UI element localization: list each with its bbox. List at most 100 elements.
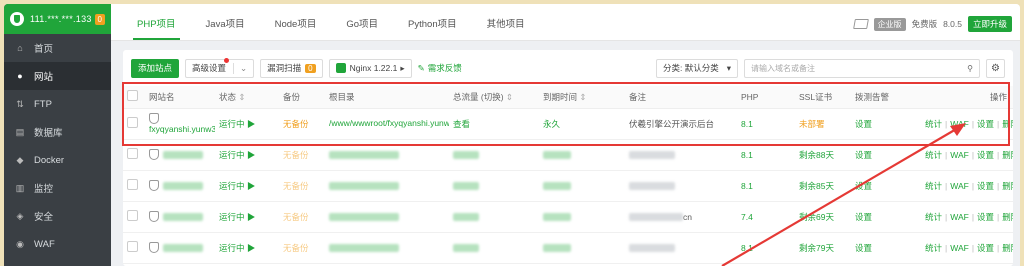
tab[interactable]: Go项目 <box>334 16 390 40</box>
status-running[interactable]: 运行中 ▶ <box>215 139 279 171</box>
site-name-link[interactable]: fxyqyanshi.yunw3.cn <box>149 124 215 135</box>
ssl-status[interactable]: 剩余69天 <box>795 201 851 233</box>
stats-link[interactable]: 统计 <box>925 212 942 222</box>
category-select[interactable]: 分类: 默认分类 ▾ <box>656 58 738 78</box>
col-site[interactable]: 网站名 <box>145 86 215 109</box>
ssl-status[interactable]: 剩余85天 <box>795 170 851 202</box>
note-text[interactable]: cn <box>683 212 692 222</box>
tab[interactable]: 其他项目 <box>475 16 537 40</box>
settings-link[interactable]: 设置 <box>977 212 994 222</box>
sidebar-item[interactable]: ⌂ 首页 <box>4 34 111 62</box>
status-label: 运行中 <box>219 211 245 222</box>
waf-link[interactable]: WAF <box>950 181 969 191</box>
sidebar-item[interactable]: ● 网站 <box>4 62 111 90</box>
php-version[interactable]: 8.1 <box>737 170 795 202</box>
status-label: 运行中 <box>219 149 245 160</box>
add-site-button[interactable]: 添加站点 <box>131 58 180 78</box>
status-label: 运行中 <box>219 180 245 191</box>
sidebar-item[interactable]: ◆ Docker <box>4 146 111 174</box>
status-running[interactable]: 运行中 ▶ <box>215 201 279 233</box>
waf-link[interactable]: WAF <box>950 119 969 129</box>
upgrade-button[interactable]: 立即升级 <box>967 16 1012 32</box>
ssl-status[interactable]: 剩余79天 <box>795 232 851 264</box>
backup-link[interactable]: 无备份 <box>279 108 325 140</box>
col-php: PHP <box>737 86 795 109</box>
stats-link[interactable]: 统计 <box>925 243 942 253</box>
status-running[interactable]: 运行中 ▶ <box>215 170 279 202</box>
table-row: 运行中 ▶无备份8.1剩余79天设置统计|WAF|设置|删除 <box>123 232 1013 264</box>
shield-icon <box>149 211 159 223</box>
delete-link[interactable]: 删除 <box>1002 119 1013 129</box>
settings-link[interactable]: 设置 <box>977 150 994 160</box>
delete-link[interactable]: 删除 <box>1002 212 1013 222</box>
waf-link[interactable]: WAF <box>950 212 969 222</box>
gear-icon[interactable]: ⚙ <box>986 58 1005 78</box>
row-checkbox[interactable] <box>127 117 138 128</box>
tab[interactable]: Python项目 <box>396 16 469 40</box>
tab[interactable]: Node项目 <box>263 16 329 40</box>
row-checkbox[interactable] <box>127 241 138 252</box>
status-running[interactable]: 运行中 ▶ <box>215 232 279 264</box>
settings-link[interactable]: 设置 <box>977 181 994 191</box>
notification-badge[interactable]: 0 <box>94 13 105 25</box>
php-version[interactable]: 8.1 <box>737 139 795 171</box>
backup-link[interactable]: 无备份 <box>279 201 325 233</box>
select-all-cell[interactable] <box>123 86 145 109</box>
php-version[interactable]: 7.4 <box>737 201 795 233</box>
backup-link[interactable]: 无备份 <box>279 170 325 202</box>
traffic-view-link[interactable]: 查看 <box>449 108 539 140</box>
php-version[interactable]: 8.1 <box>737 232 795 264</box>
backup-link[interactable]: 无备份 <box>279 232 325 264</box>
enterprise-label[interactable]: 企业版 <box>873 17 906 31</box>
sidebar-item-label: 安全 <box>34 212 54 223</box>
row-checkbox[interactable] <box>127 210 138 221</box>
ssl-status[interactable]: 未部署 <box>795 108 851 140</box>
play-icon: ▶ <box>246 149 256 160</box>
sidebar-item[interactable]: ▥ 监控 <box>4 174 111 202</box>
sort-icon: ⇕ <box>238 91 246 102</box>
delete-link[interactable]: 删除 <box>1002 150 1013 160</box>
nginx-button[interactable]: Nginx 1.22.1 ▸ <box>328 58 412 78</box>
redacted-text <box>453 213 479 222</box>
alert-settings-link[interactable]: 设置 <box>851 201 921 233</box>
alert-settings-link[interactable]: 设置 <box>851 170 921 202</box>
sidebar-item[interactable]: ▤ 数据库 <box>4 118 111 146</box>
row-checkbox[interactable] <box>127 179 138 190</box>
ssl-status[interactable]: 剩余88天 <box>795 139 851 171</box>
select-all-checkbox[interactable] <box>127 90 138 102</box>
row-checkbox[interactable] <box>127 148 138 159</box>
expire-date[interactable]: 永久 <box>539 108 625 140</box>
settings-link[interactable]: 设置 <box>977 119 994 129</box>
delete-link[interactable]: 删除 <box>1002 243 1013 253</box>
search-input[interactable]: 请输入域名或备注 ⚲ <box>744 58 980 78</box>
backup-link[interactable]: 无备份 <box>279 139 325 171</box>
tab[interactable]: Java项目 <box>194 16 257 40</box>
delete-link[interactable]: 删除 <box>1002 181 1013 191</box>
col-expire[interactable]: 到期时间 ⇕ <box>539 86 625 109</box>
stats-link[interactable]: 统计 <box>925 119 942 129</box>
col-traffic[interactable]: 总流量 (切换) ⇕ <box>449 86 539 109</box>
alert-settings-link[interactable]: 设置 <box>851 139 921 171</box>
root-dir-link[interactable]: /www/wwwroot/fxyqyanshi.yunw3.cn <box>325 108 449 140</box>
status-running[interactable]: 运行中 ▶ <box>215 108 279 140</box>
tab[interactable]: PHP项目 <box>125 16 188 40</box>
stats-link[interactable]: 统计 <box>925 150 942 160</box>
advanced-settings-button[interactable]: 高级设置 ⌄ <box>185 57 255 78</box>
php-version[interactable]: 8.1 <box>737 108 795 140</box>
alert-settings-link[interactable]: 设置 <box>851 108 921 140</box>
waf-link[interactable]: WAF <box>950 243 969 253</box>
sidebar-item[interactable]: ◉ WAF <box>4 230 111 258</box>
waf-link[interactable]: WAF <box>950 150 969 160</box>
settings-link[interactable]: 设置 <box>977 243 994 253</box>
note-text[interactable]: 伏羲引擎公开演示后台 <box>625 108 737 140</box>
alert-settings-link[interactable]: 设置 <box>851 232 921 264</box>
redacted-text <box>329 213 399 222</box>
stats-link[interactable]: 统计 <box>925 181 942 191</box>
vuln-scan-button[interactable]: 漏洞扫描 0 <box>260 58 323 78</box>
sidebar-item[interactable]: ⇅ FTP <box>4 90 111 118</box>
search-icon[interactable]: ⚲ <box>967 64 973 73</box>
chevron-down-icon[interactable]: ⌄ <box>233 62 247 74</box>
feedback-link[interactable]: ✎ 需求反馈 <box>418 62 462 74</box>
col-status[interactable]: 状态 ⇕ <box>215 86 279 109</box>
sidebar-item[interactable]: ◈ 安全 <box>4 202 111 230</box>
